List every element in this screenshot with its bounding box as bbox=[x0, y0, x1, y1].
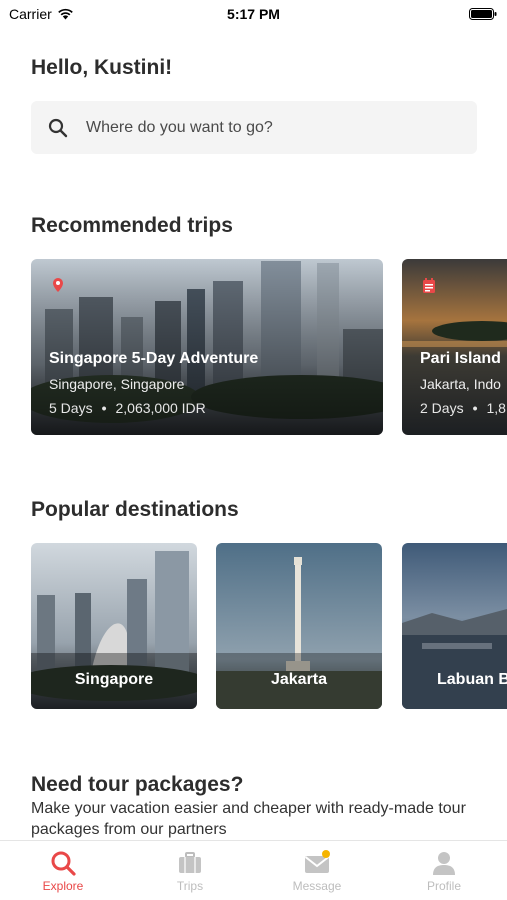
separator-dot: • bbox=[472, 400, 478, 416]
bottom-tab-bar: Explore Trips Message Profile bbox=[0, 840, 507, 900]
pin-icon bbox=[53, 278, 63, 292]
tab-label: Profile bbox=[426, 879, 461, 893]
calendar-icon bbox=[423, 278, 435, 293]
tab-explore[interactable]: Explore bbox=[0, 841, 126, 900]
trip-card[interactable]: Singapore 5-Day Adventure Singapore, Sin… bbox=[31, 259, 383, 435]
status-bar: Carrier 5:17 PM bbox=[0, 0, 507, 28]
trip-price: 2,063,000 IDR bbox=[115, 400, 206, 416]
search-bar[interactable] bbox=[31, 101, 477, 154]
trip-title: Singapore 5-Day Adventure bbox=[49, 350, 259, 367]
tour-packages-description: Make your vacation easier and cheaper wi… bbox=[31, 800, 466, 838]
tour-packages-heading: Need tour packages? bbox=[31, 773, 244, 796]
suitcase-icon bbox=[179, 852, 201, 873]
tab-trips[interactable]: Trips bbox=[127, 841, 253, 900]
destination-card[interactable]: Jakarta bbox=[216, 543, 382, 709]
search-icon bbox=[51, 851, 76, 876]
envelope-icon bbox=[304, 850, 330, 873]
popular-destinations-heading: Popular destinations bbox=[31, 498, 239, 521]
greeting-heading: Hello, Kustini! bbox=[31, 56, 173, 79]
destination-card[interactable]: Singapore bbox=[31, 543, 197, 709]
destination-card[interactable]: Labuan B bbox=[402, 543, 507, 709]
trip-meta: 2 Days • 1,8 bbox=[420, 400, 506, 416]
battery-icon bbox=[469, 8, 497, 20]
separator-dot: • bbox=[101, 400, 107, 416]
recommended-trips-heading: Recommended trips bbox=[31, 214, 233, 237]
search-icon bbox=[48, 118, 68, 138]
destination-name: Singapore bbox=[74, 671, 154, 688]
search-input[interactable] bbox=[86, 118, 446, 137]
notification-badge bbox=[322, 850, 330, 858]
trip-price: 1,8 bbox=[486, 400, 506, 416]
trip-location: Jakarta, Indo bbox=[420, 376, 501, 392]
trip-meta: 5 Days • 2,063,000 IDR bbox=[49, 400, 206, 416]
tab-message[interactable]: Message bbox=[254, 841, 380, 900]
trip-title: Pari Island bbox=[420, 350, 501, 367]
destination-name: Labuan B bbox=[437, 671, 507, 688]
person-icon bbox=[433, 852, 455, 875]
trip-location: Singapore, Singapore bbox=[49, 376, 185, 392]
destination-name: Jakarta bbox=[270, 671, 328, 688]
tab-profile[interactable]: Profile bbox=[381, 841, 507, 900]
tab-label: Trips bbox=[176, 879, 204, 893]
trip-duration: 2 Days bbox=[420, 400, 464, 416]
tab-label: Explore bbox=[42, 879, 84, 893]
status-time: 5:17 PM bbox=[227, 6, 280, 22]
tab-label: Message bbox=[292, 879, 342, 893]
trip-duration: 5 Days bbox=[49, 400, 93, 416]
trip-card[interactable]: Pari Island Jakarta, Indo 2 Days • 1,8 bbox=[402, 259, 507, 435]
